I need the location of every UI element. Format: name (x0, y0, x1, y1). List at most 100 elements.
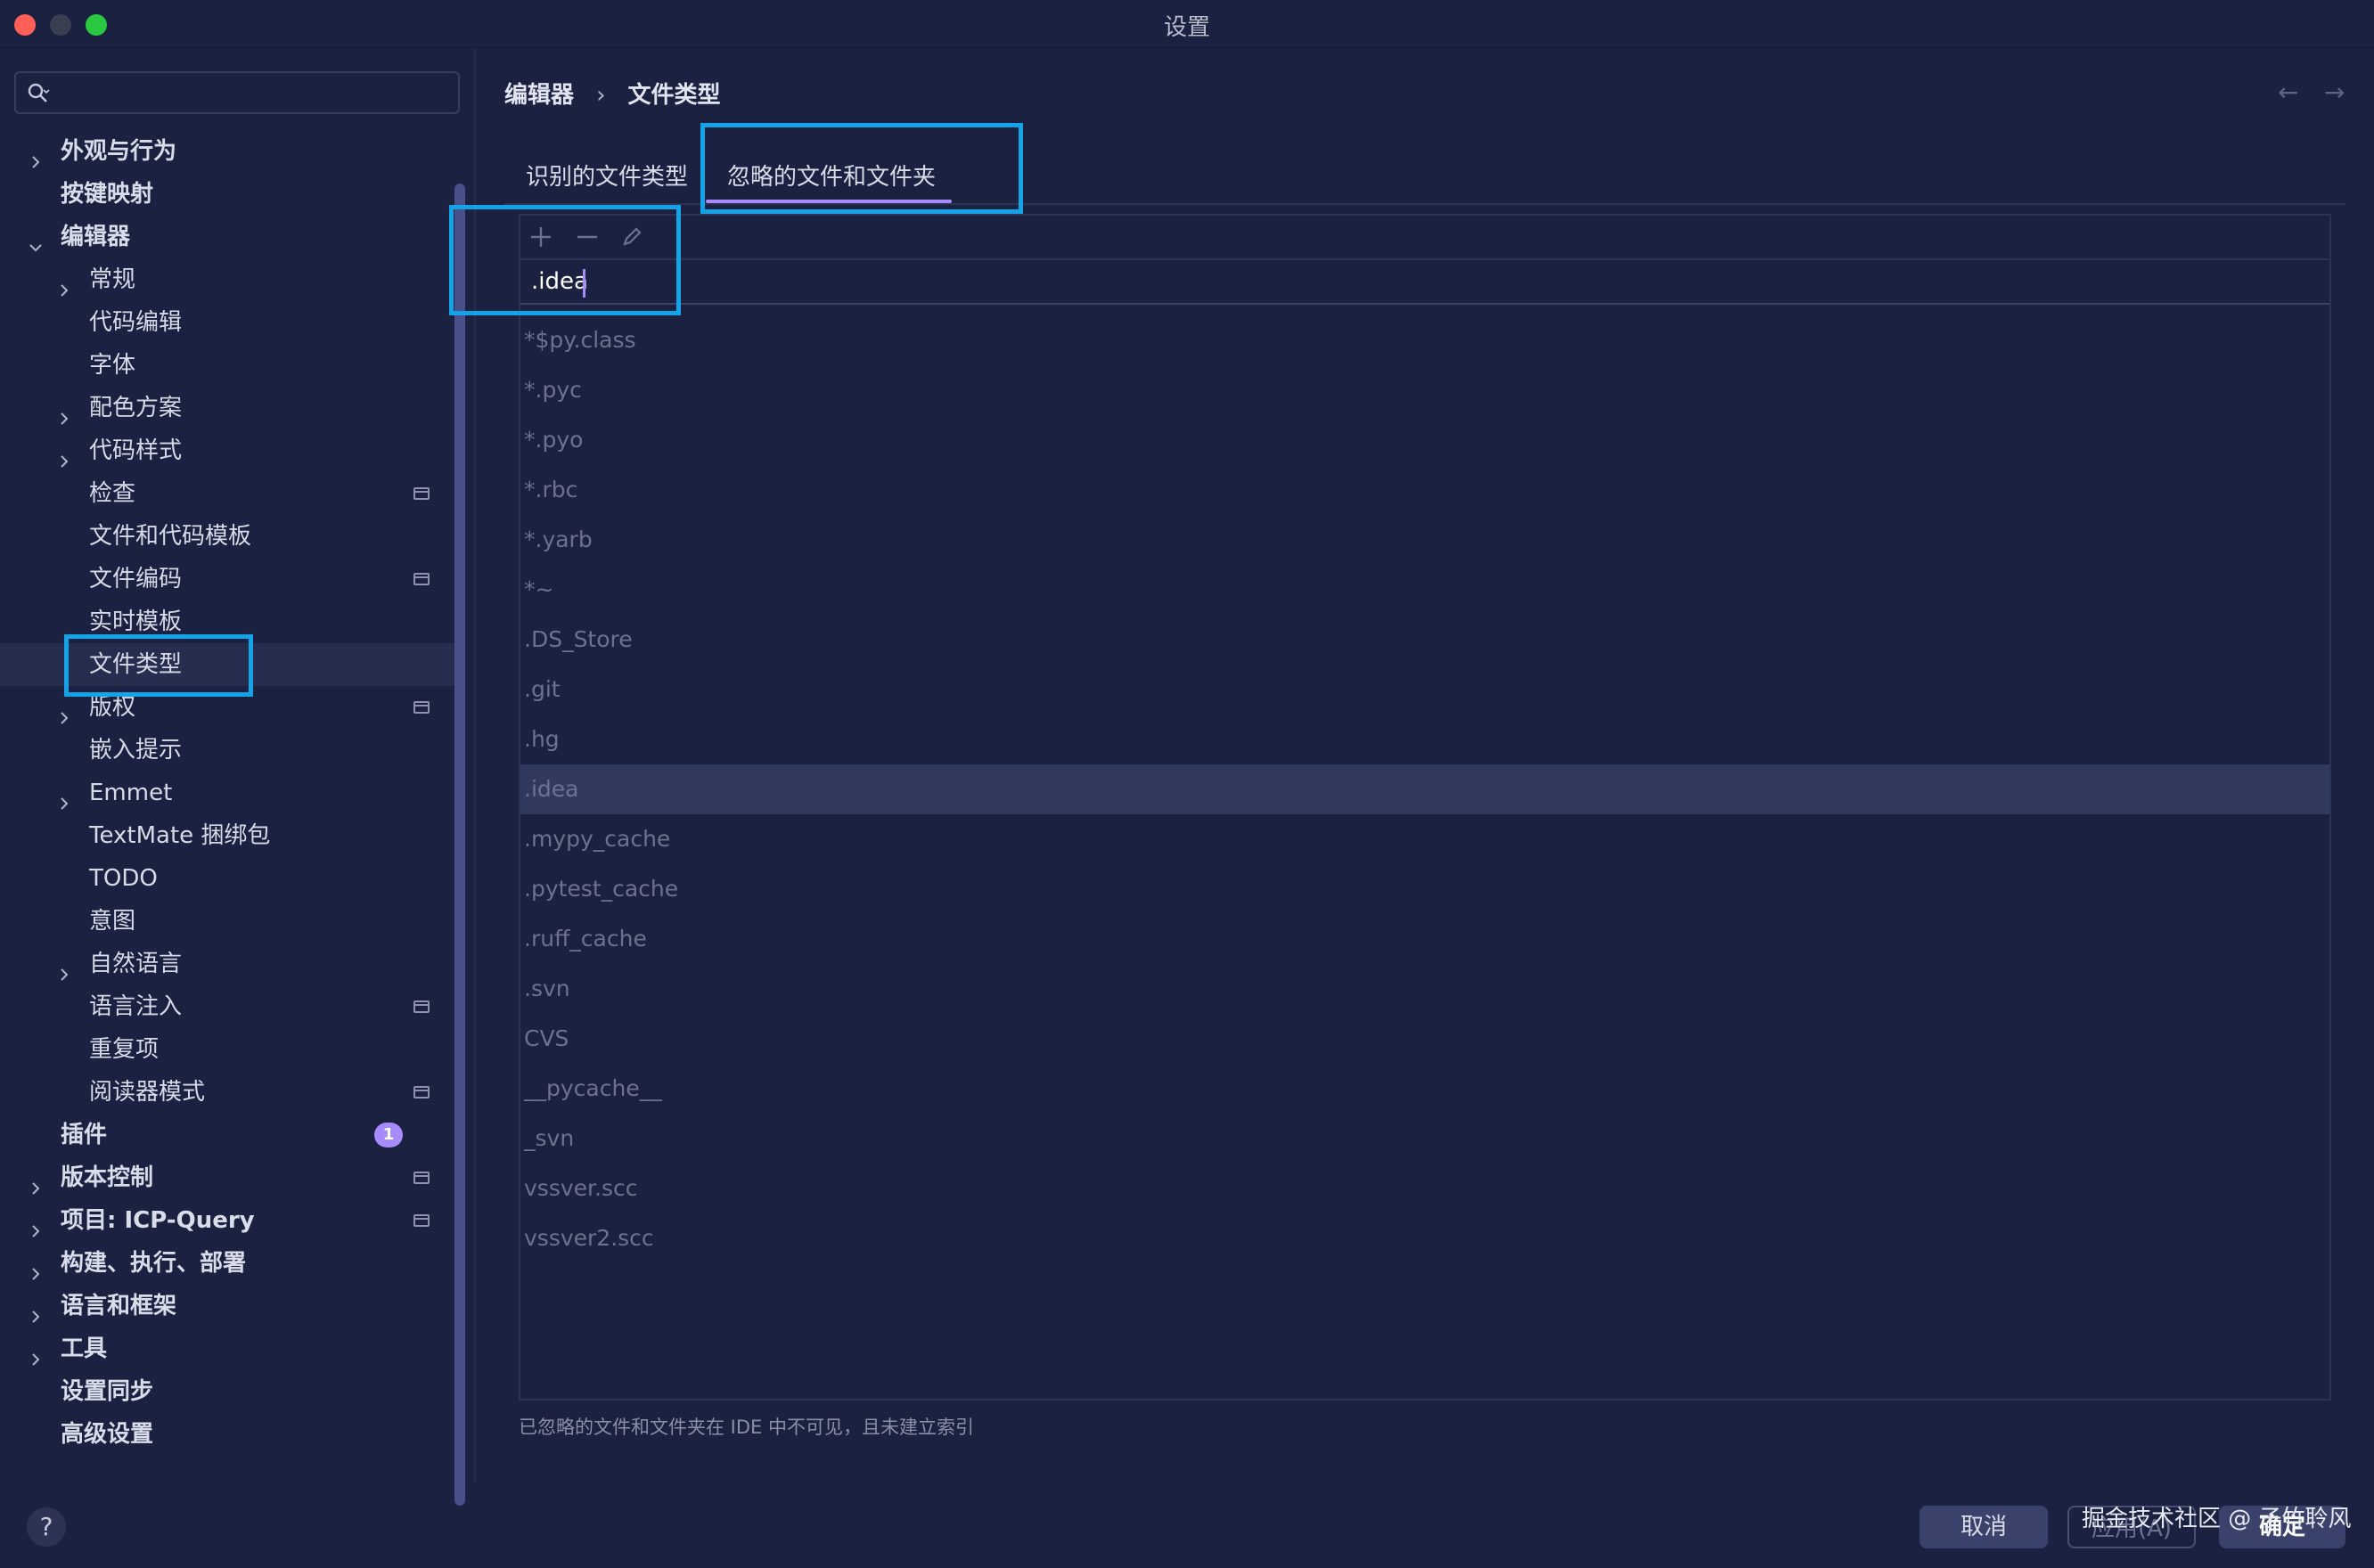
project-scope-icon (413, 1000, 430, 1013)
sidebar-item-label: 工具 (61, 1335, 108, 1362)
help-button[interactable]: ? (27, 1507, 66, 1547)
chevron-right-icon[interactable] (27, 1254, 45, 1280)
chevron-right-icon[interactable] (55, 271, 73, 297)
list-item[interactable]: .ruff_cache (520, 914, 2329, 964)
list-item[interactable]: *.rbc (520, 465, 2329, 515)
sidebar-item[interactable]: 重复项 (0, 1028, 454, 1071)
search-icon (28, 83, 50, 102)
chevron-right-icon[interactable] (27, 1212, 45, 1237)
add-icon[interactable] (528, 225, 554, 251)
list-item[interactable]: CVS (520, 1014, 2329, 1064)
sidebar-scrollbar[interactable] (454, 184, 465, 1506)
chevron-right-icon[interactable] (27, 1297, 45, 1323)
chevron-right-icon[interactable] (27, 1169, 45, 1195)
remove-icon[interactable] (574, 225, 601, 251)
sidebar-item[interactable]: 外观与行为 (0, 130, 454, 173)
sidebar-item[interactable]: 检查 (0, 472, 454, 515)
sidebar-item[interactable]: 文件编码 (0, 558, 454, 600)
chevron-down-icon[interactable] (27, 228, 45, 252)
edit-icon[interactable] (618, 225, 645, 251)
sidebar-item[interactable]: 文件和代码模板 (0, 515, 454, 558)
sidebar-item[interactable]: 按键映射 (0, 173, 454, 216)
chevron-right-icon[interactable] (27, 143, 45, 168)
sidebar-item[interactable]: TODO (0, 857, 454, 900)
sidebar-item[interactable]: Emmet (0, 772, 454, 814)
ignored-patterns-list: *$py.class *.pyc *.pyo *.rbc *.yarb *~ .DS_Sto… (520, 315, 2329, 1263)
list-item[interactable]: .idea (520, 764, 2329, 814)
list-item[interactable]: .pytest_cache (520, 864, 2329, 914)
sidebar-divider[interactable] (474, 48, 476, 1482)
project-scope-icon (413, 1172, 430, 1184)
chevron-right-icon[interactable] (55, 784, 73, 810)
forward-arrow-icon[interactable]: → (2324, 80, 2351, 105)
tab-ignored-files-and-folders[interactable]: 忽略的文件和文件夹 (727, 159, 936, 192)
sidebar-item[interactable]: 构建、执行、部署 (0, 1242, 454, 1285)
sidebar-item[interactable]: TextMate 捆绑包 (0, 814, 454, 857)
sidebar-item[interactable]: 编辑器 (0, 216, 454, 258)
list-item[interactable]: vssver.scc (520, 1164, 2329, 1213)
sidebar-item[interactable]: 自然语言 (0, 943, 454, 985)
list-item[interactable]: __pycache__ (520, 1064, 2329, 1114)
project-scope-icon (413, 1214, 430, 1227)
back-arrow-icon[interactable]: ← (2278, 80, 2304, 105)
list-item[interactable]: _svn (520, 1114, 2329, 1164)
project-scope-icon (413, 701, 430, 714)
window-title: 设置 (1163, 14, 1210, 41)
list-item[interactable]: vssver2.scc (520, 1213, 2329, 1263)
sidebar-item[interactable]: 插件 1 (0, 1114, 454, 1156)
list-item[interactable]: .DS_Store (520, 615, 2329, 665)
sidebar-item[interactable]: 工具 (0, 1327, 454, 1370)
sidebar-item-label: 意图 (89, 908, 136, 935)
sidebar-item[interactable]: 语言注入 (0, 985, 454, 1028)
sidebar-item[interactable]: 嵌入提示 (0, 729, 454, 772)
breadcrumb: 编辑器 › 文件类型 (504, 77, 721, 110)
project-scope-icon (413, 487, 430, 500)
sidebar-item[interactable]: 语言和框架 (0, 1285, 454, 1327)
sidebar-item[interactable]: 项目: ICP-Query (0, 1199, 454, 1242)
settings-tree: 外观与行为按键映射 编辑器 常规代码编辑字体 配色方案代码样式检查 文件和代码模板 文件编… (0, 130, 454, 1456)
list-item[interactable]: .svn (520, 964, 2329, 1014)
chevron-right-icon[interactable] (55, 955, 73, 981)
sidebar-item-label: 外观与行为 (61, 138, 177, 165)
sidebar-item[interactable]: 代码编辑 (0, 301, 454, 344)
list-item[interactable]: .mypy_cache (520, 814, 2329, 864)
breadcrumb-parent[interactable]: 编辑器 (504, 77, 574, 110)
list-item[interactable]: *.yarb (520, 515, 2329, 565)
sidebar-item[interactable]: 意图 (0, 900, 454, 943)
sidebar-item[interactable]: 文件类型 (0, 643, 454, 686)
pattern-edit-row (520, 260, 2329, 305)
sidebar-item[interactable]: 阅读器模式 (0, 1071, 454, 1114)
sidebar-item-label: 重复项 (89, 1036, 160, 1063)
list-item[interactable]: .git (520, 665, 2329, 715)
list-item[interactable]: *~ (520, 565, 2329, 615)
sidebar-item-label: 插件 (61, 1122, 108, 1148)
chevron-right-icon[interactable] (55, 442, 73, 468)
sidebar-item[interactable]: 常规 (0, 258, 454, 301)
chevron-right-icon[interactable] (27, 1340, 45, 1366)
sidebar-item-label: 代码编辑 (89, 309, 183, 336)
title-bar: 设置 (0, 0, 2374, 48)
list-item[interactable]: .hg (520, 715, 2329, 764)
sidebar-item[interactable]: 字体 (0, 344, 454, 387)
chevron-right-icon[interactable] (55, 399, 73, 425)
sidebar-item[interactable]: 代码样式 (0, 429, 454, 472)
list-item[interactable]: *.pyo (520, 415, 2329, 465)
ignored-patterns-panel: *$py.class*.pyc*.pyo*.rbc*.yarb*~.DS_Sto… (519, 214, 2331, 1401)
sidebar-item-label: 阅读器模式 (89, 1079, 206, 1106)
list-item[interactable]: *$py.class (520, 315, 2329, 365)
search-box[interactable] (14, 71, 460, 114)
sidebar-item[interactable]: 版权 (0, 686, 454, 729)
sidebar-item[interactable]: 配色方案 (0, 387, 454, 429)
watermark: 掘金技术社区 @ 子竹聆风 (2082, 1506, 2352, 1532)
search-input[interactable] (57, 78, 449, 107)
chevron-right-icon[interactable] (55, 698, 73, 724)
cancel-button[interactable]: 取消 (1920, 1506, 2048, 1548)
sidebar-item[interactable]: 版本控制 (0, 1156, 454, 1199)
sidebar-item-label: 代码样式 (89, 437, 183, 464)
tab-recognized-file-types[interactable]: 识别的文件类型 (526, 159, 688, 192)
sidebar-item[interactable]: 设置同步 (0, 1370, 454, 1413)
sidebar-item-label: 版本控制 (61, 1164, 154, 1191)
list-item[interactable]: *.pyc (520, 365, 2329, 415)
sidebar-item[interactable]: 实时模板 (0, 600, 454, 643)
sidebar-item[interactable]: 高级设置 (0, 1413, 454, 1456)
